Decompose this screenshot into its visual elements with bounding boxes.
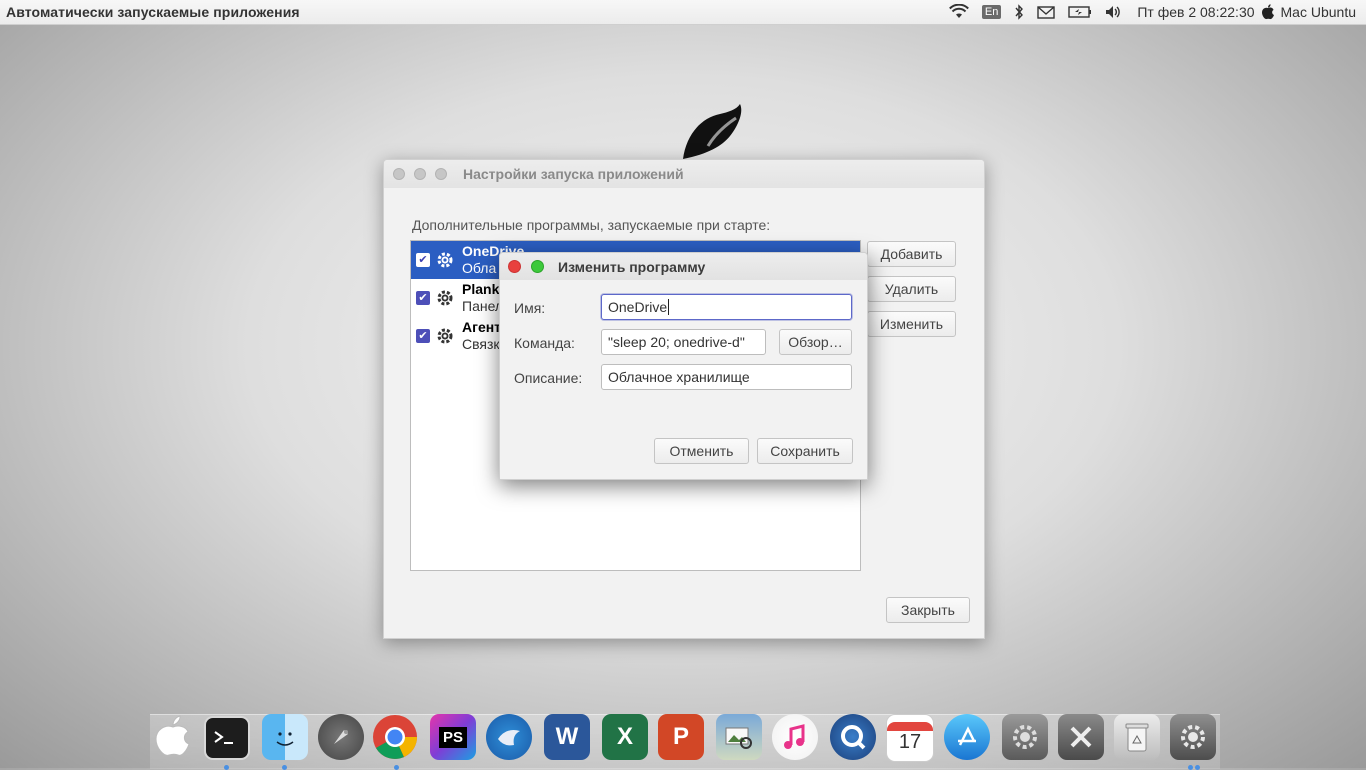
indicator-area: En Пт фев 2 08:22:30 Mac Ubuntu [936,0,1366,24]
wifi-icon[interactable] [948,4,969,20]
window-title: Настройки запуска приложений [463,166,684,182]
clock[interactable]: Пт фев 2 08:22:30 [1137,4,1254,20]
phpstorm-label: PS [438,726,467,748]
main-window-titlebar: Настройки запуска приложений [384,160,984,188]
window-maximize-button[interactable] [435,168,447,180]
name-field[interactable]: OneDrive [601,294,852,320]
finder-icon[interactable] [262,714,308,760]
excel-icon[interactable]: X [602,714,648,760]
trash-icon[interactable] [1114,714,1160,760]
apple-dock-icon[interactable] [150,714,196,760]
add-button[interactable]: Добавить [867,241,956,267]
gear-icon [436,251,454,269]
excel-label: X [616,723,633,750]
enable-checkbox[interactable]: ✔ [416,329,430,343]
keyboard-language-icon[interactable]: En [981,5,1002,19]
command-field-value: "sleep 20; onedrive-d" [608,334,745,350]
phpstorm-icon[interactable]: PS [430,714,476,760]
chrome-icon[interactable] [372,714,418,760]
command-field[interactable]: "sleep 20; onedrive-d" [601,329,766,355]
terminal-icon[interactable] [204,716,250,760]
cancel-button[interactable]: Отменить [654,438,749,464]
program-name: Plank [462,281,500,297]
program-description: Связк [462,336,500,352]
remove-button[interactable]: Удалить [867,276,956,302]
bluetooth-icon[interactable] [1014,4,1024,20]
save-button[interactable]: Сохранить [757,438,853,464]
dialog-close-button[interactable] [508,260,521,273]
thunderbird-icon[interactable] [486,714,532,760]
battery-icon[interactable] [1068,6,1092,18]
window-close-button[interactable] [393,168,405,180]
quicktime-icon[interactable] [830,714,876,760]
command-label: Команда: [514,335,575,351]
description-field[interactable]: Облачное хранилище [601,364,852,390]
close-button[interactable]: Закрыть [886,597,970,623]
word-icon[interactable]: W [544,714,590,760]
enable-checkbox[interactable]: ✔ [416,291,430,305]
itunes-icon[interactable] [772,714,818,760]
settings-icon[interactable] [1170,714,1216,760]
description-field-value: Облачное хранилище [608,369,750,385]
calendar-header [887,722,933,731]
name-label: Имя: [514,300,546,316]
dialog-maximize-button[interactable] [531,260,544,273]
image-viewer-icon[interactable] [716,714,762,760]
window-minimize-button[interactable] [414,168,426,180]
volume-icon[interactable] [1105,5,1121,19]
dialog-titlebar: Изменить программу [500,253,867,280]
edit-button[interactable]: Изменить [867,311,956,337]
program-name: Агент [462,319,502,335]
browse-button[interactable]: Обзор… [779,329,852,355]
enable-checkbox[interactable]: ✔ [416,253,430,267]
edit-program-dialog: Изменить программу Имя: OneDrive Команда… [499,252,868,480]
description-label: Описание: [514,370,583,386]
apple-menu-icon [1261,4,1274,20]
gear-icon [436,289,454,307]
calendar-icon[interactable]: 17 [886,714,934,762]
powerpoint-icon[interactable]: P [658,714,704,760]
name-field-value: OneDrive [608,299,668,315]
tools-icon[interactable] [1058,714,1104,760]
top-panel: Автоматически запускаемые приложения En … [0,0,1366,25]
word-label: W [555,723,579,750]
user-menu[interactable]: Mac Ubuntu [1261,4,1356,20]
gear-icon [436,327,454,345]
calendar-day: 17 [898,731,922,753]
app-store-icon[interactable] [944,714,990,760]
wallpaper-apple-logo [683,104,742,159]
system-preferences-icon[interactable] [1002,714,1048,760]
mail-icon[interactable] [1037,5,1056,19]
program-description: Панел [462,298,504,314]
powerpoint-label: P [672,723,689,750]
dialog-title: Изменить программу [558,258,706,275]
launchpad-icon[interactable] [318,714,364,760]
user-name: Mac Ubuntu [1280,4,1356,20]
dock: PS W X P 17 [150,706,1220,770]
programs-list-label: Дополнительные программы, запускаемые пр… [412,217,771,233]
text-cursor [668,299,670,315]
active-app-title: Автоматически запускаемые приложения [6,4,300,20]
